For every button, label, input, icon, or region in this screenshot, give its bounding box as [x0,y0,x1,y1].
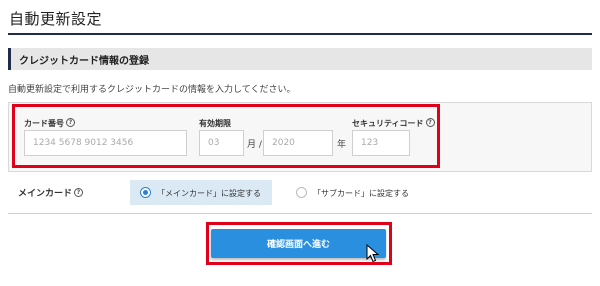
expiry-month-unit: 月 / [247,140,262,150]
main-card-option-label: 「メインカード」に設定する [157,189,261,198]
sub-card-option[interactable]: 「サブカード」に設定する [290,180,430,205]
main-card-option[interactable]: 「メインカード」に設定する [130,180,272,205]
help-icon[interactable]: ? [425,118,435,127]
page-title: 自動更新設定 [9,10,103,28]
confirm-button[interactable]: 確認画面へ進む [211,229,386,258]
security-code-label: セキュリティコード? [352,118,435,129]
sub-card-option-label: 「サブカード」に設定する [313,189,409,198]
divider [8,213,592,214]
help-icon[interactable]: ? [74,188,84,197]
title-underline [8,33,592,35]
section-title: クレジットカード情報の登録 [19,56,149,67]
expiry-month-input[interactable]: 03 [199,130,244,156]
mouse-pointer-icon [366,244,380,263]
security-code-input[interactable]: 123 [352,130,410,156]
card-number-label: カード番号? [24,118,75,129]
section-header: クレジットカード情報の登録 [8,48,592,70]
expiry-year-input[interactable]: 2020 [263,130,333,156]
radio-selected-icon[interactable] [140,187,151,198]
main-card-label: メインカード? [18,186,84,199]
expiry-label: 有効期限 [199,119,231,128]
expiry-year-unit: 年 [337,140,347,150]
help-icon[interactable]: ? [66,118,75,127]
radio-unselected-icon[interactable] [296,187,307,198]
form-description: 自動更新設定で利用するクレジットカードの情報を入力してください。 [8,85,296,95]
card-number-input[interactable]: 1234 5678 9012 3456 [24,130,187,156]
